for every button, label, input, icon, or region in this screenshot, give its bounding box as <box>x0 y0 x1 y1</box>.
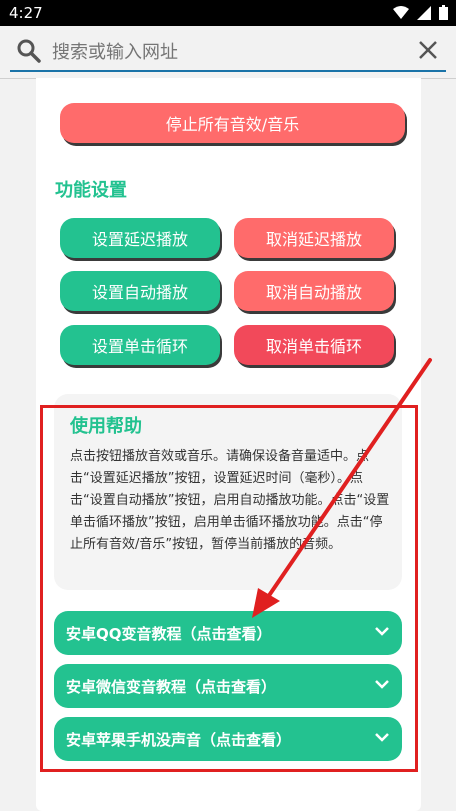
cancel-loop-button[interactable]: 取消单击循环 <box>234 325 394 365</box>
cancel-autoplay-button[interactable]: 取消自动播放 <box>234 271 394 311</box>
search-bar <box>0 26 456 79</box>
signal-icon <box>417 5 431 20</box>
annotation-highlight-box <box>40 405 418 772</box>
set-delay-button[interactable]: 设置延迟播放 <box>60 218 220 258</box>
status-icons <box>393 5 448 20</box>
search-input[interactable] <box>50 36 404 68</box>
search-icon[interactable] <box>16 38 42 64</box>
set-loop-button[interactable]: 设置单击循环 <box>60 325 220 365</box>
status-time: 4:27 <box>9 4 43 22</box>
search-underline <box>10 70 446 72</box>
set-autoplay-button[interactable]: 设置自动播放 <box>60 271 220 311</box>
battery-icon <box>439 5 448 20</box>
section-title-settings: 功能设置 <box>55 180 127 201</box>
close-icon[interactable] <box>418 40 438 60</box>
stop-all-button[interactable]: 停止所有音效/音乐 <box>60 103 405 143</box>
wifi-icon <box>393 5 409 19</box>
cancel-delay-button[interactable]: 取消延迟播放 <box>234 218 394 258</box>
status-bar: 4:27 <box>0 0 456 26</box>
